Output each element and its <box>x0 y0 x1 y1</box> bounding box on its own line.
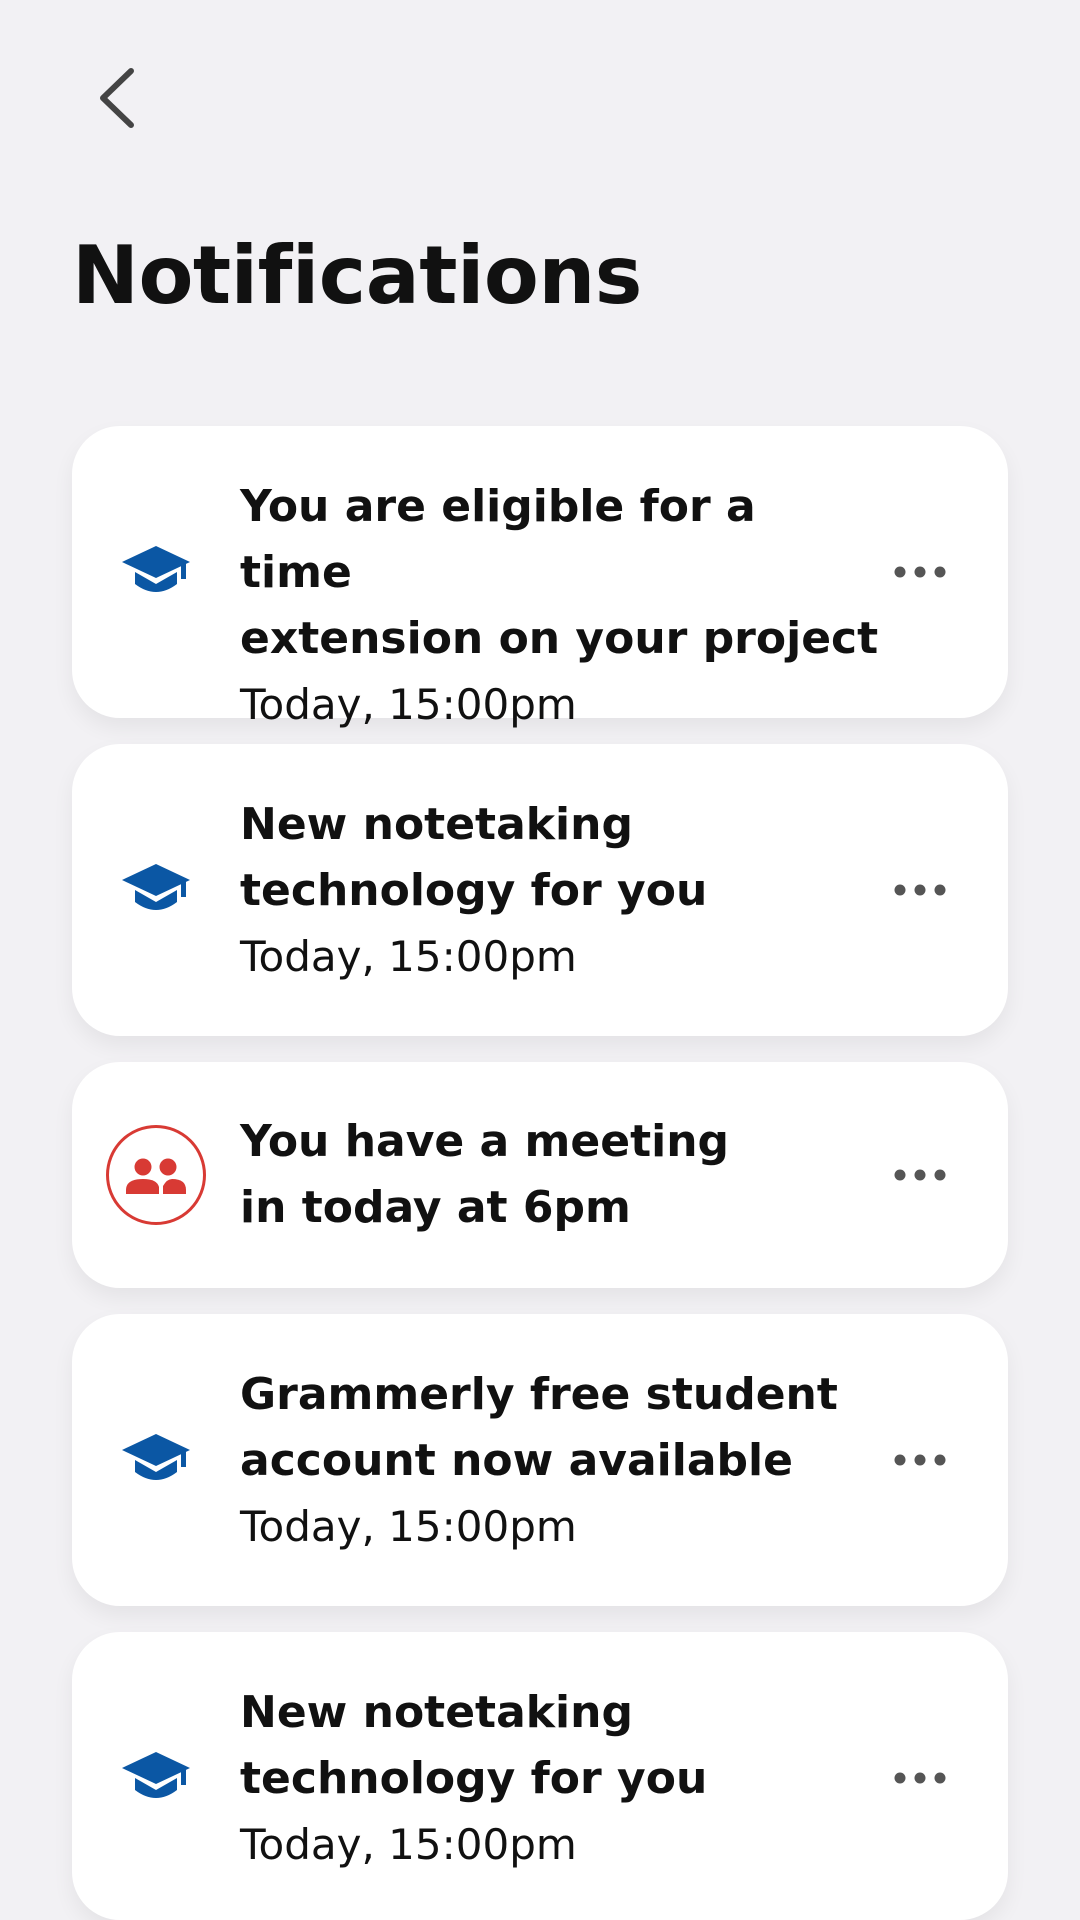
notification-card[interactable]: Grammerly free student account now avail… <box>72 1314 1008 1606</box>
page-title: Notifications <box>72 229 642 322</box>
notification-icon <box>104 838 208 942</box>
more-horizontal-icon <box>894 1454 946 1466</box>
notification-content: New notetaking technology for you Today,… <box>240 792 880 990</box>
group-icon <box>106 1125 206 1225</box>
notification-content: You are eligible for a time extension on… <box>240 474 880 738</box>
notification-time: Today, 15:00pm <box>240 680 577 729</box>
notification-title: New notetaking technology for you <box>240 799 708 916</box>
notification-card[interactable]: New notetaking technology for you Today,… <box>72 1632 1008 1920</box>
notification-content: New notetaking technology for you Today,… <box>240 1680 880 1878</box>
more-horizontal-icon <box>894 1772 946 1784</box>
notification-card[interactable]: You are eligible for a time extension on… <box>72 426 1008 729</box>
more-options-button[interactable] <box>880 858 960 922</box>
notification-time: Today, 15:00pm <box>240 932 577 981</box>
more-horizontal-icon <box>894 884 946 896</box>
more-options-button[interactable] <box>880 1143 960 1207</box>
more-options-button[interactable] <box>880 540 960 604</box>
notification-time: Today, 15:00pm <box>240 1502 577 1551</box>
notification-title: New notetaking technology for you <box>240 1687 708 1804</box>
notification-title: You are eligible for a time extension on… <box>240 481 879 664</box>
more-horizontal-icon <box>894 1169 946 1181</box>
more-options-button[interactable] <box>880 1428 960 1492</box>
more-options-button[interactable] <box>880 1746 960 1810</box>
notification-title: Grammerly free student account now avail… <box>240 1369 838 1486</box>
graduation-cap-icon <box>122 1434 190 1480</box>
chevron-left-icon <box>100 68 134 128</box>
notification-content: You have a meeting in today at 6pm <box>240 1109 880 1241</box>
notification-icon <box>104 520 208 624</box>
notification-icon <box>104 1408 208 1512</box>
notification-time: Today, 15:00pm <box>240 1820 577 1869</box>
graduation-cap-icon <box>122 864 190 910</box>
notification-content: Grammerly free student account now avail… <box>240 1362 880 1560</box>
more-horizontal-icon <box>894 566 946 578</box>
notification-icon <box>104 1726 208 1830</box>
notification-icon <box>104 1123 208 1227</box>
graduation-cap-icon <box>122 1752 190 1798</box>
notification-card[interactable]: New notetaking technology for you Today,… <box>72 744 1008 1036</box>
notification-card[interactable]: You have a meeting in today at 6pm <box>72 1062 1008 1288</box>
notification-title: You have a meeting in today at 6pm <box>240 1116 730 1233</box>
back-button[interactable] <box>84 58 148 138</box>
graduation-cap-icon <box>122 546 190 592</box>
